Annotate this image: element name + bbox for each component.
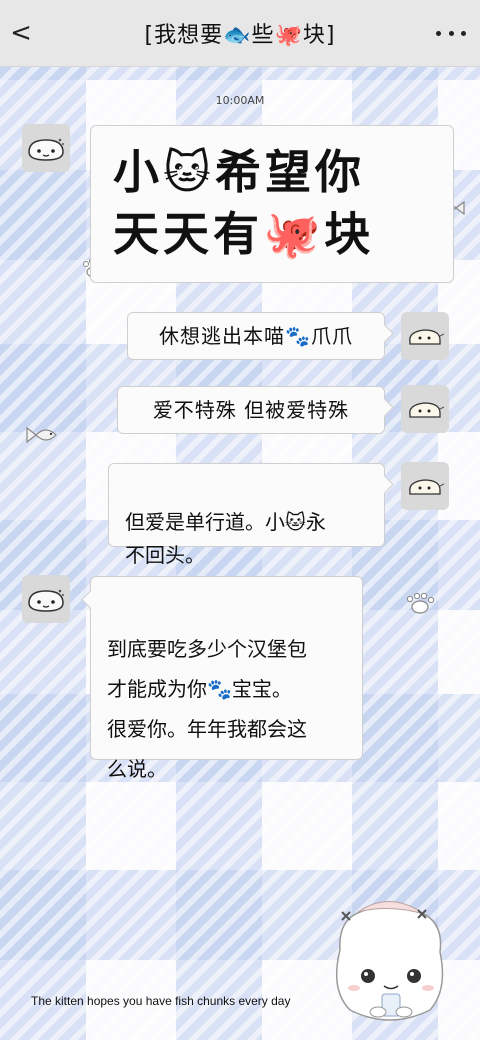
wallpaper-caption: The kitten hopes you have fish chunks ev… — [31, 994, 291, 1008]
more-dot — [461, 30, 466, 36]
kitten-illustration-icon — [335, 901, 444, 1021]
chat-header: < [我想要🐟些🐙块] — [0, 0, 480, 67]
more-dot — [448, 30, 454, 36]
contact-avatar[interactable] — [22, 575, 70, 623]
more-options-icon[interactable] — [436, 22, 466, 44]
paw-sticker-icon — [406, 592, 435, 614]
self-avatar[interactable] — [401, 312, 449, 360]
message-bubble-outgoing: 爱不特殊 但被爱特殊 — [117, 386, 394, 434]
cat-face-icon — [28, 138, 64, 161]
message-text: 休想逃出本喵🐾爪爪 — [159, 324, 353, 348]
more-dot — [436, 30, 441, 36]
self-avatar[interactable] — [401, 385, 449, 433]
cat-face-icon — [28, 589, 64, 612]
message-timestamp: 10:00AM — [215, 94, 265, 107]
bread-icon — [409, 402, 445, 418]
contact-avatar[interactable] — [22, 124, 70, 172]
message-bubble-outgoing: 休想逃出本喵🐾爪爪 — [127, 312, 394, 360]
chat-title: [我想要🐟些🐙块] — [144, 23, 336, 48]
back-button[interactable]: < — [6, 14, 36, 52]
message-bubble-incoming: 到底要吃多少个汉堡包 才能成为你🐾宝宝。 很爱你。年年我都会这 么说。 — [81, 576, 363, 781]
fish-sticker-icon — [26, 426, 57, 444]
message-bubble-incoming: 小🐱希望你 天天有🐙块 — [90, 125, 454, 283]
self-avatar[interactable] — [401, 462, 449, 510]
bread-icon — [409, 479, 445, 495]
message-text: 爱不特殊 但被爱特殊 — [152, 398, 350, 422]
message-bubble-outgoing: 但爱是单行道。小🐱永 不回头。 — [108, 463, 394, 567]
message-text: 到底要吃多少个汉堡包 才能成为你🐾宝宝。 很爱你。年年我都会这 么说。 — [107, 637, 307, 781]
bread-icon — [409, 329, 445, 345]
